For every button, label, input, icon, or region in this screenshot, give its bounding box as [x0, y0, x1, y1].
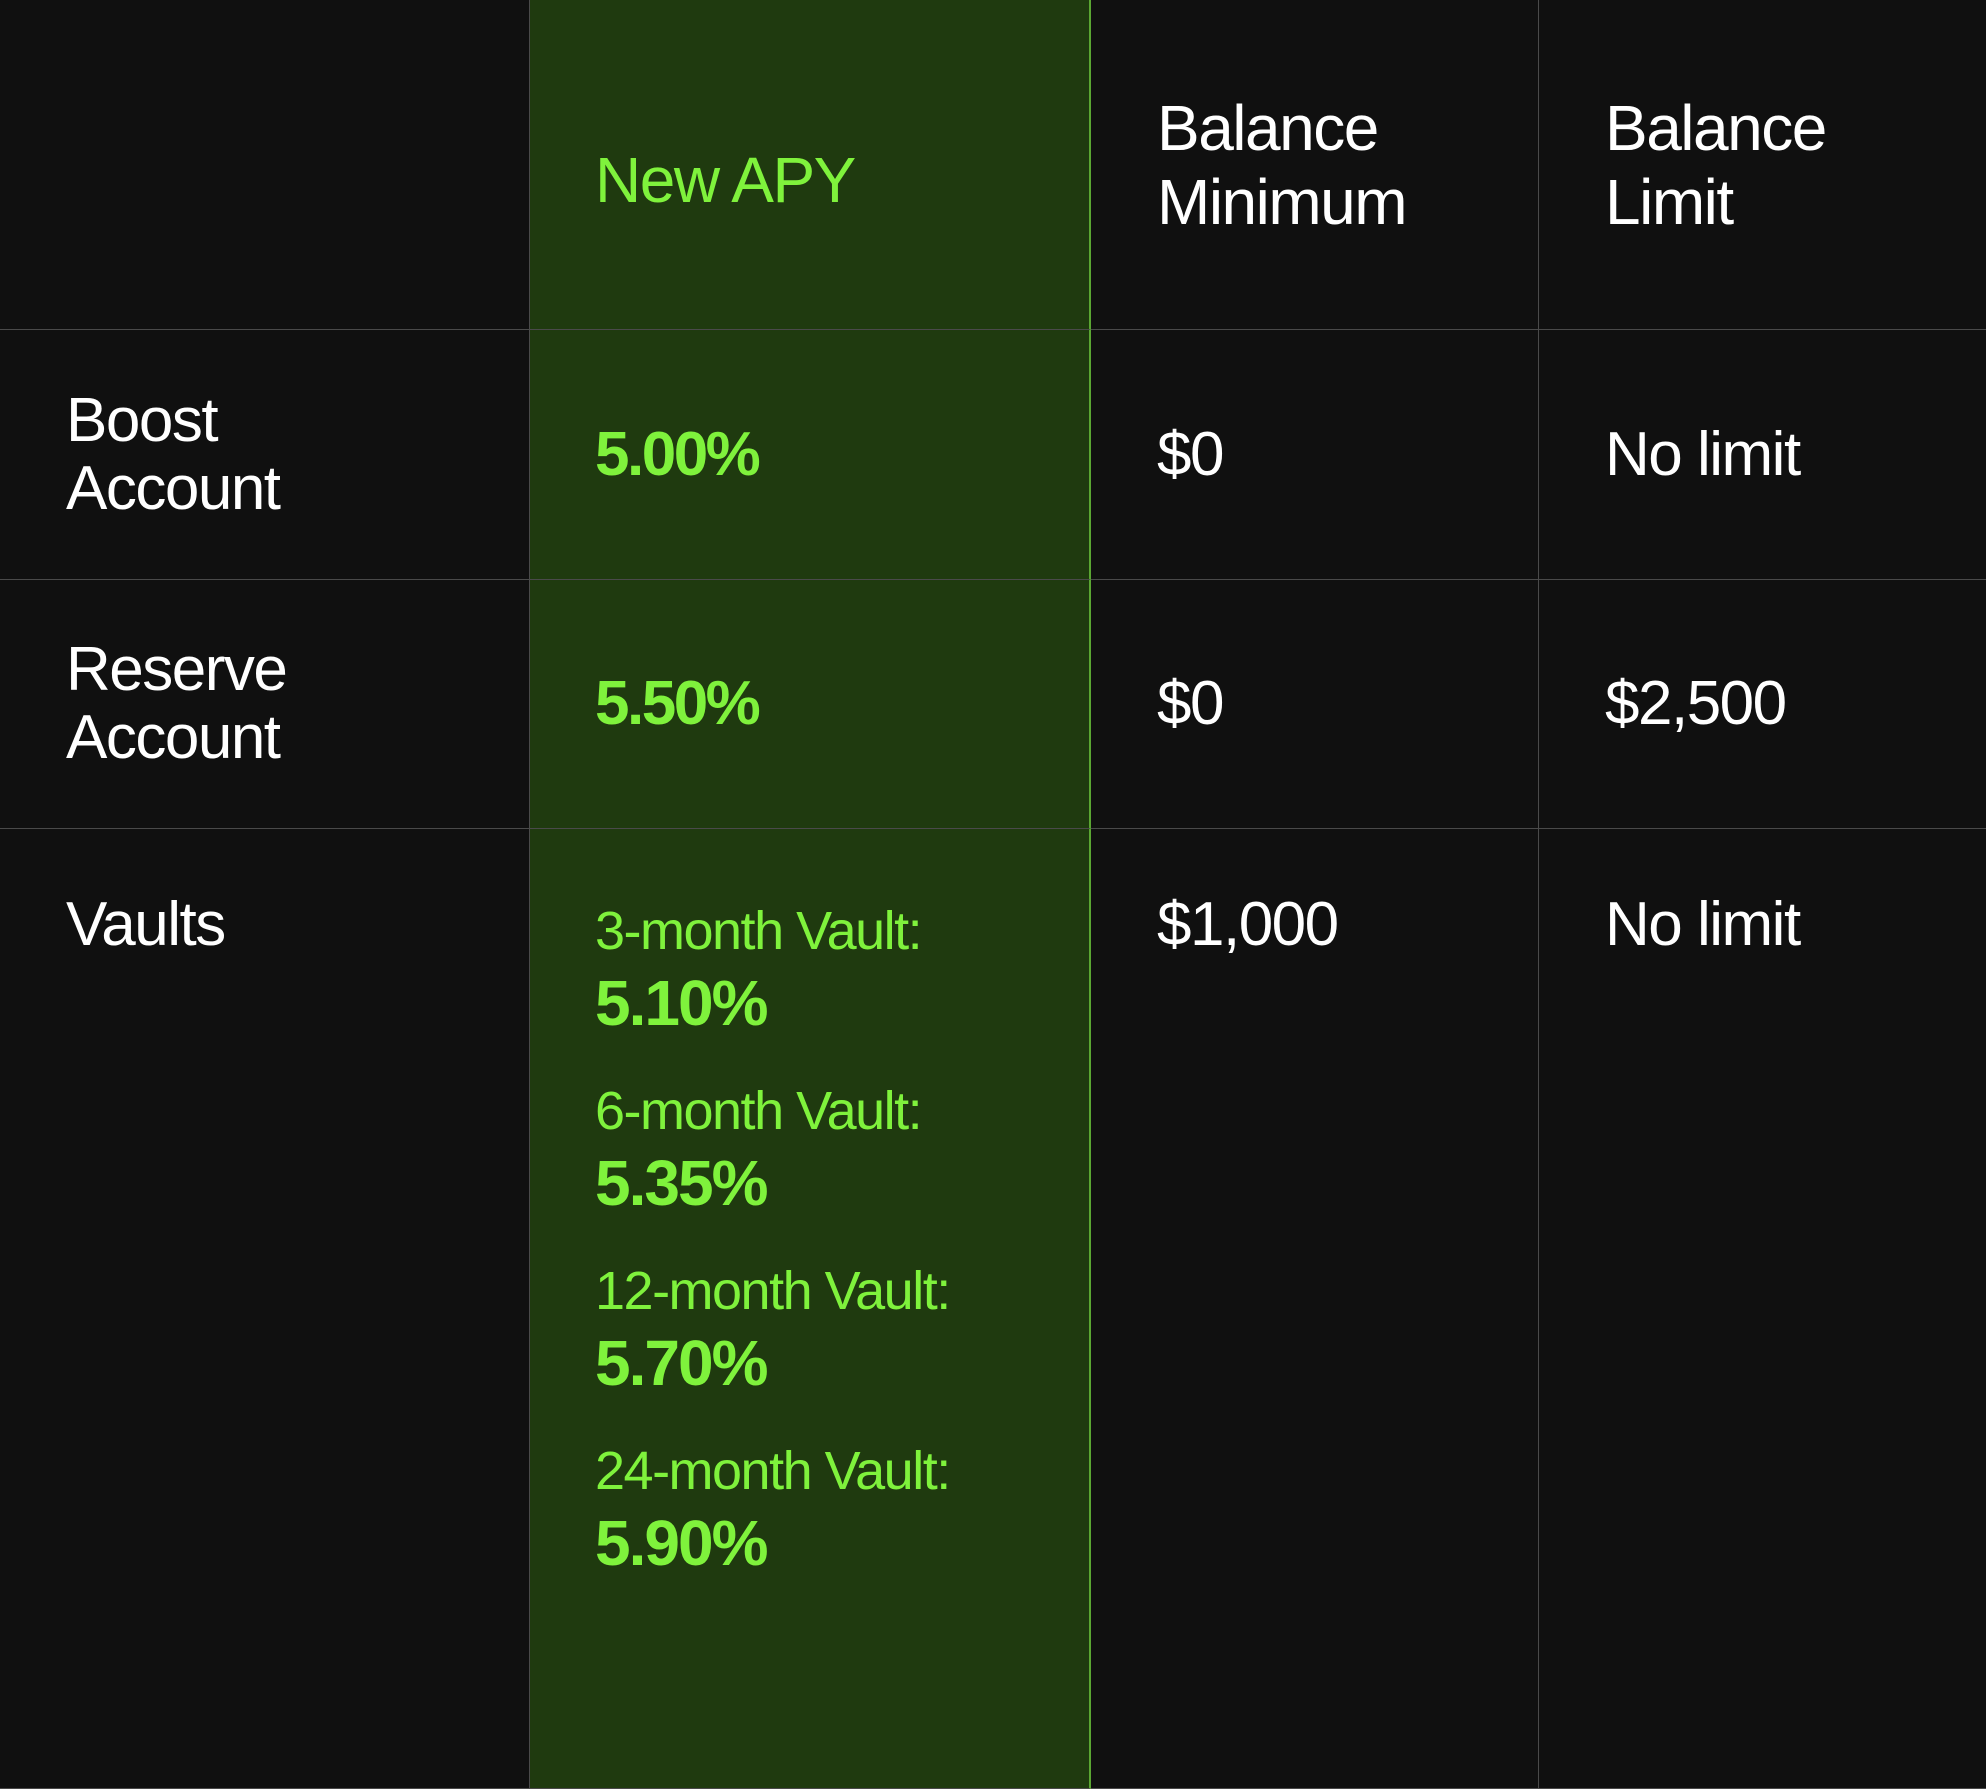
row-boost-apy: 5.00% — [530, 330, 1091, 580]
header-balance-limit-line1: Balance — [1605, 91, 1827, 164]
limit-value: No limit — [1605, 890, 1801, 959]
account-name-line1: Reserve — [66, 635, 288, 704]
vault-rate: 5.10% — [595, 967, 768, 1039]
account-name-line2: Account — [66, 453, 281, 523]
row-boost-minimum: $0 — [1091, 330, 1539, 580]
row-vaults-limit: No limit — [1539, 829, 1986, 1789]
row-reserve-limit: $2,500 — [1539, 580, 1986, 829]
vault-label: 3-month Vault: — [595, 901, 923, 961]
vault-item-12-month: 12-month Vault: 5.70% — [595, 1261, 1089, 1405]
header-balance-limit-line2: Limit — [1605, 165, 1734, 238]
vault-rate: 5.70% — [595, 1327, 768, 1399]
row-reserve-account-name: Reserve Account — [0, 580, 530, 829]
header-balance-minimum: Balance Minimum — [1091, 0, 1539, 330]
header-balance-limit: Balance Limit — [1539, 0, 1986, 330]
header-balance-minimum-line1: Balance — [1157, 91, 1379, 164]
row-boost-account-name: Boost Account — [0, 330, 530, 580]
vault-label: 24-month Vault: — [595, 1441, 951, 1501]
vault-rate: 5.35% — [595, 1147, 768, 1219]
vault-item-3-month: 3-month Vault: 5.10% — [595, 901, 1089, 1045]
header-account — [0, 0, 530, 330]
limit-value: $2,500 — [1605, 669, 1787, 738]
table-grid: New APY Balance Minimum Balance Limit Bo… — [0, 0, 1986, 1789]
apy-comparison-table: New APY Balance Minimum Balance Limit Bo… — [0, 0, 1986, 1789]
row-boost-limit: No limit — [1539, 330, 1986, 580]
limit-value: No limit — [1605, 419, 1801, 489]
row-reserve-apy: 5.50% — [530, 580, 1091, 829]
row-reserve-minimum: $0 — [1091, 580, 1539, 829]
row-vaults-apy: 3-month Vault: 5.10% 6-month Vault: 5.35… — [530, 829, 1091, 1789]
apy-value: 5.50% — [595, 669, 761, 738]
row-vaults-minimum: $1,000 — [1091, 829, 1539, 1789]
account-name-line1: Boost — [66, 385, 219, 455]
apy-value: 5.00% — [595, 419, 761, 489]
header-balance-minimum-line2: Minimum — [1157, 165, 1408, 238]
vault-rate: 5.90% — [595, 1507, 768, 1579]
minimum-value: $1,000 — [1157, 890, 1339, 959]
account-name: Vaults — [66, 890, 226, 959]
account-name-line2: Account — [66, 703, 281, 772]
minimum-value: $0 — [1157, 669, 1224, 738]
header-new-apy-label: New APY — [595, 143, 856, 216]
row-vaults-account-name: Vaults — [0, 829, 530, 1789]
vault-label: 12-month Vault: — [595, 1261, 951, 1321]
minimum-value: $0 — [1157, 419, 1224, 489]
vault-item-6-month: 6-month Vault: 5.35% — [595, 1081, 1089, 1225]
vault-item-24-month: 24-month Vault: 5.90% — [595, 1441, 1089, 1585]
vault-label: 6-month Vault: — [595, 1081, 923, 1141]
header-new-apy: New APY — [530, 0, 1091, 330]
